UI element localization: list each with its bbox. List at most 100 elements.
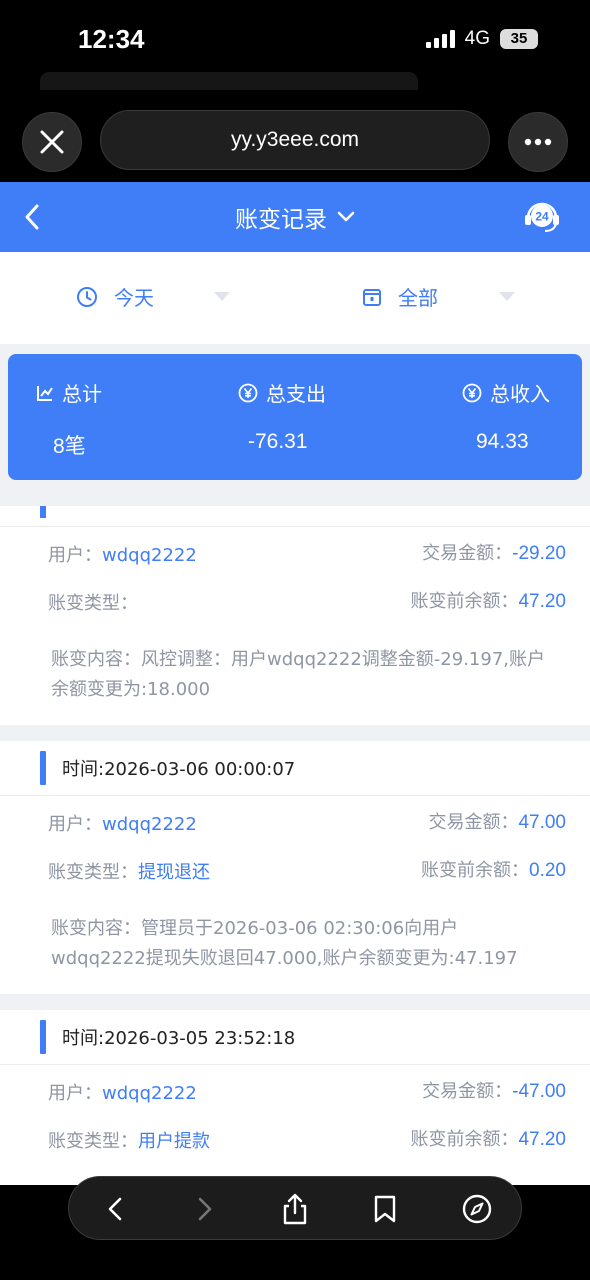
headset-24-icon: 24 — [525, 202, 559, 233]
compass-icon — [462, 1194, 492, 1224]
caret-down-icon — [214, 292, 230, 301]
record-time: 时间:2026-03-06 00:00:07 — [62, 759, 296, 780]
url-text: yy.y3eee.com — [231, 128, 359, 151]
record-header: 时间:2026-03-05 23:52:18 — [0, 1010, 590, 1065]
more-icon — [524, 138, 552, 146]
close-tab-button[interactable] — [22, 112, 82, 172]
record-accent-bar — [40, 506, 46, 518]
chevron-left-icon — [108, 1197, 122, 1221]
record-card: 时间:2026-03-06 00:00:07 用户：wdqq2222 交易金额：… — [0, 741, 590, 994]
content-label: 账变内容： — [51, 649, 141, 670]
open-in-safari-button[interactable] — [459, 1191, 495, 1227]
share-icon — [283, 1193, 307, 1225]
amount-label: 交易金额： — [422, 543, 513, 564]
record-user: wdqq2222 — [102, 814, 197, 835]
record-user: wdqq2222 — [102, 1083, 197, 1104]
type-label: 账变类型： — [48, 1131, 138, 1152]
calendar-icon — [362, 287, 382, 307]
divider — [0, 725, 590, 741]
date-filter[interactable]: 今天 — [76, 282, 154, 311]
record-accent-bar — [40, 1020, 46, 1054]
record-type: 用户提款 — [138, 1131, 210, 1152]
record-header: 时间:2026-03-06 00:00:07 — [0, 741, 590, 796]
amount-label: 交易金额： — [422, 1081, 513, 1102]
summary-card: 总计 8笔 总支出 -76.31 总收入 94.33 — [8, 354, 582, 480]
summary-total-value: 8笔 — [53, 435, 86, 458]
summary-total-label: 总计 — [62, 382, 102, 406]
page-title: 账变记录 — [235, 207, 327, 233]
record-content: 账变内容：风控调整：用户wdqq2222调整金额-29.197,账户余额变更为:… — [0, 623, 590, 725]
amount-label: 交易金额： — [428, 812, 519, 833]
balance-label: 账变前余额： — [410, 1129, 519, 1150]
page-title-dropdown[interactable]: 账变记录 — [0, 182, 590, 252]
date-filter-label: 今天 — [114, 286, 154, 310]
browser-nav-pill — [68, 1176, 522, 1240]
yen-circle-icon — [462, 383, 482, 402]
summary-expense-label: 总支出 — [266, 382, 326, 406]
chevron-right-icon — [198, 1197, 212, 1221]
tab-peek — [40, 72, 418, 90]
record-row: 用户：wdqq2222 交易金额：-47.00 — [0, 1065, 590, 1113]
record-card: 时间:2026-03-05 23:52:18 用户：wdqq2222 交易金额：… — [0, 1010, 590, 1185]
chart-line-icon — [37, 385, 53, 401]
record-type: 提现退还 — [138, 862, 210, 883]
record-balance-before: 0.20 — [529, 860, 566, 881]
record-balance-before: 47.20 — [518, 1129, 566, 1150]
yen-circle-icon — [238, 383, 258, 402]
browser-forward-button[interactable] — [187, 1191, 223, 1227]
customer-support-button[interactable]: 24 — [522, 196, 562, 236]
record-row: 账变类型：用户提款 账变前余额：47.20 — [0, 1113, 590, 1161]
svg-text:24: 24 — [535, 210, 549, 224]
type-filter-label: 全部 — [398, 286, 438, 310]
record-content: 账变内容：管理员于2026-03-06 02:30:06向用户wdqq2222提… — [0, 892, 590, 994]
record-amount: -29.20 — [512, 543, 566, 564]
type-label: 账变类型： — [48, 593, 138, 614]
page-content: 总计 8笔 总支出 -76.31 总收入 94.33 用户：wdqq2222 交… — [0, 344, 590, 1185]
summary-income: 总收入 — [462, 378, 550, 407]
content-label: 账变内容： — [51, 918, 141, 939]
record-header — [0, 506, 590, 527]
user-label: 用户： — [48, 545, 102, 566]
clock-icon — [76, 286, 98, 308]
type-filter[interactable]: 全部 — [362, 282, 438, 311]
record-row: 用户：wdqq2222 交易金额：-29.20 — [0, 527, 590, 575]
status-time: 12:34 — [78, 24, 145, 54]
record-row: 账变类型：提现退还 账变前余额：0.20 — [0, 844, 590, 892]
divider — [0, 994, 590, 1010]
close-icon — [40, 130, 64, 154]
status-indicators: 4G 35 — [425, 28, 538, 50]
filter-bar: 今天 全部 — [0, 252, 590, 344]
record-amount: -47.00 — [512, 1081, 566, 1102]
record-amount: 47.00 — [518, 812, 566, 833]
user-label: 用户： — [48, 814, 102, 835]
network-type: 4G — [464, 28, 490, 49]
record-balance-before: 47.20 — [518, 591, 566, 612]
bookmarks-button[interactable] — [367, 1191, 403, 1227]
record-card: 用户：wdqq2222 交易金额：-29.20 账变类型： 账变前余额：47.2… — [0, 506, 590, 725]
record-row: 账变类型： 账变前余额：47.20 — [0, 575, 590, 623]
record-accent-bar — [40, 751, 46, 785]
summary-total: 总计 — [36, 378, 102, 407]
user-label: 用户： — [48, 1083, 102, 1104]
status-bar: 12:34 4G 35 — [0, 0, 590, 80]
record-user: wdqq2222 — [102, 545, 197, 566]
summary-income-label: 总收入 — [490, 382, 550, 406]
type-label: 账变类型： — [48, 862, 138, 883]
record-time: 时间:2026-03-05 23:52:18 — [62, 1028, 296, 1049]
summary-income-value: 94.33 — [476, 430, 529, 453]
battery-icon: 35 — [500, 29, 538, 49]
balance-label: 账变前余额： — [421, 860, 530, 881]
chevron-down-icon — [337, 211, 355, 222]
browser-back-button[interactable] — [97, 1191, 133, 1227]
summary-expense-value: -76.31 — [248, 430, 308, 453]
share-button[interactable] — [277, 1191, 313, 1227]
bookmark-icon — [374, 1195, 396, 1223]
summary-expense: 总支出 — [238, 378, 326, 407]
more-options-button[interactable] — [508, 112, 568, 172]
balance-label: 账变前余额： — [410, 591, 519, 612]
record-list: 用户：wdqq2222 交易金额：-29.20 账变类型： 账变前余额：47.2… — [0, 506, 590, 1185]
app-header: 账变记录 24 — [0, 182, 590, 252]
record-row: 用户：wdqq2222 交易金额：47.00 — [0, 796, 590, 844]
url-bar[interactable]: yy.y3eee.com — [100, 110, 490, 170]
caret-down-icon — [499, 292, 515, 301]
